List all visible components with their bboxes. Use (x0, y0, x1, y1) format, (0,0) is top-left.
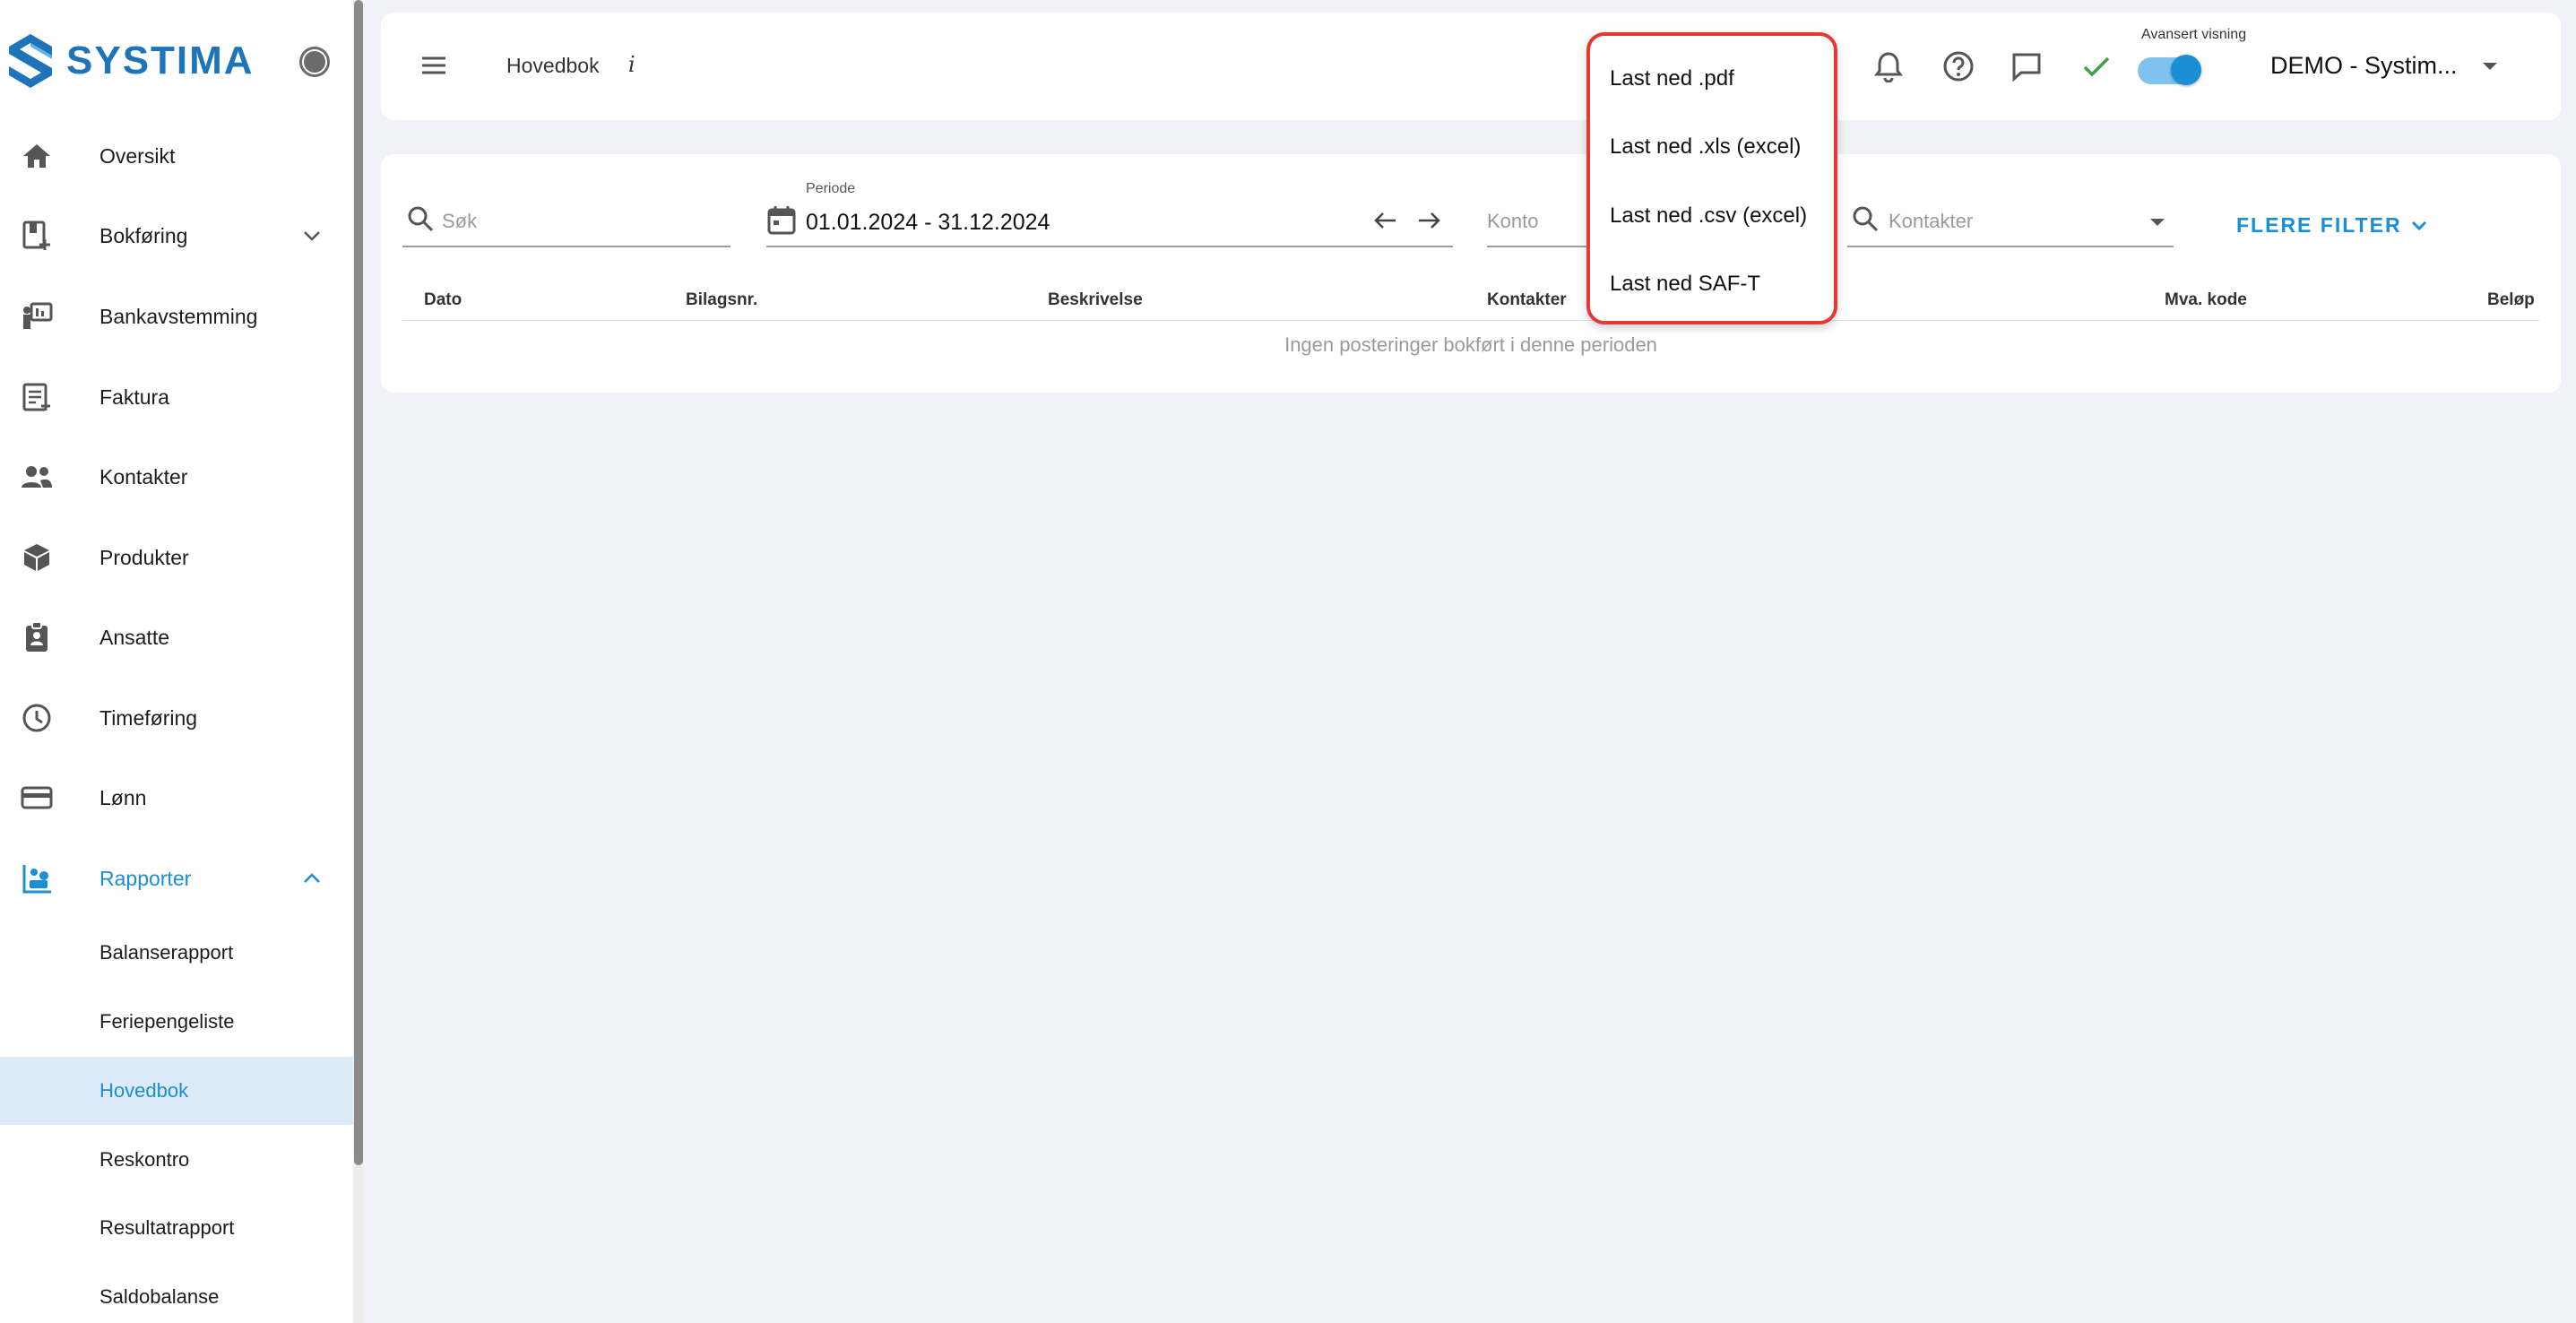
sidebar-scrollbar[interactable] (353, 0, 364, 1323)
hamburger-menu-icon[interactable] (419, 52, 449, 79)
payroll-card-icon (20, 781, 54, 815)
systima-logo[interactable]: SYSTIMA (7, 32, 255, 90)
theme-toggle-icon[interactable] (299, 47, 330, 77)
column-header-description[interactable]: Beskrivelse (1048, 290, 1143, 310)
column-header-voucher[interactable]: Bilagsnr. (686, 290, 757, 310)
home-icon (20, 139, 54, 173)
sidebar-item-bankavstemming[interactable]: Bankavstemming (0, 282, 353, 350)
brand-name: SYSTIMA (66, 39, 255, 82)
period-date-range-field[interactable]: Periode 01.01.2024 - 31.12.2024 (766, 181, 1453, 247)
column-header-vat-code[interactable]: Mva. kode (2165, 290, 2247, 310)
bookkeeping-icon (20, 219, 54, 253)
search-icon (1853, 206, 1879, 232)
chevron-up-icon[interactable] (299, 866, 324, 891)
calendar-icon[interactable] (766, 204, 797, 235)
sidebar-item-timeforing[interactable]: Timeføring (0, 684, 353, 752)
sidebar-item-kontakter[interactable]: Kontakter (0, 443, 353, 511)
column-header-amount[interactable]: Beløp (2487, 290, 2535, 310)
top-bar: Hovedbok i Avansert visning DEMO - Systi… (381, 13, 2561, 120)
sidebar-subitem-saldobalanse[interactable]: Saldobalanse (0, 1263, 353, 1323)
employee-badge-icon (20, 620, 54, 654)
period-value: 01.01.2024 - 31.12.2024 (806, 210, 1050, 235)
sidebar-item-bokforing[interactable]: Bokføring (0, 202, 353, 270)
advanced-view-label: Avansert visning (2141, 27, 2247, 42)
arrow-right-icon[interactable] (1417, 210, 1442, 231)
bell-icon[interactable] (1871, 48, 1906, 84)
contacts-icon (20, 460, 54, 494)
sidebar-subitem-balanserapport[interactable]: Balanserapport (0, 919, 353, 987)
bank-reconciliation-icon (20, 299, 54, 333)
column-header-contacts[interactable]: Kontakter (1487, 290, 1567, 310)
caret-down-icon[interactable] (2150, 219, 2165, 226)
sidebar-item-lonn[interactable]: Lønn (0, 764, 353, 832)
clock-icon (20, 701, 54, 735)
chevron-down-icon (2411, 220, 2426, 230)
more-filters-button[interactable]: FLERE FILTER (2236, 213, 2429, 238)
info-icon[interactable]: i (628, 52, 635, 77)
scrollbar-thumb[interactable] (354, 0, 363, 1165)
sidebar-subitem-hovedbok[interactable]: Hovedbok (0, 1057, 353, 1125)
period-label: Periode (806, 181, 856, 196)
chevron-down-icon[interactable] (299, 223, 324, 248)
sidebar-subitem-reskontro[interactable]: Reskontro (0, 1126, 353, 1194)
menu-item-download-csv[interactable]: Last ned .csv (excel) (1610, 203, 1807, 229)
menu-item-download-xls[interactable]: Last ned .xls (excel) (1610, 134, 1801, 160)
arrow-left-icon[interactable] (1372, 210, 1397, 231)
sidebar-item-rapporter[interactable]: Rapporter (0, 844, 353, 912)
sidebar-subitem-resultatrapport[interactable]: Resultatrapport (0, 1194, 353, 1262)
table-header: Dato Bilagsnr. Beskrivelse Kontakter Mva… (402, 280, 2539, 321)
sidebar-item-faktura[interactable]: Faktura (0, 363, 353, 431)
search-icon (408, 206, 434, 232)
invoice-icon (20, 380, 54, 414)
menu-item-download-pdf[interactable]: Last ned .pdf (1610, 66, 1734, 91)
ledger-card: Søk Periode 01.01.2024 - 31.12.2024 Kont… (381, 154, 2561, 393)
page-title: Hovedbok (506, 54, 600, 77)
column-header-date[interactable]: Dato (424, 290, 462, 310)
advanced-view-toggle[interactable] (2138, 52, 2201, 85)
sidebar-item-ansatte[interactable]: Ansatte (0, 603, 353, 671)
contacts-filter-input[interactable]: Kontakter (1847, 199, 2174, 247)
chat-icon[interactable] (2009, 48, 2044, 84)
sidebar-item-oversikt[interactable]: Oversikt (0, 122, 353, 190)
sidebar: SYSTIMA Oversikt Bokføring Bankavstemmin… (0, 0, 353, 1323)
export-dropdown-menu: Last ned .pdf Last ned .xls (excel) Last… (1586, 32, 1837, 324)
reports-icon (20, 861, 54, 895)
help-icon[interactable] (1941, 48, 1976, 84)
check-status-icon[interactable] (2079, 48, 2114, 84)
sidebar-subitem-feriepengeliste[interactable]: Feriepengeliste (0, 988, 353, 1056)
company-caret-down-icon[interactable] (2483, 63, 2497, 70)
company-selector[interactable]: DEMO - Systim... (2270, 52, 2458, 80)
sidebar-item-produkter[interactable]: Produkter (0, 523, 353, 592)
product-box-icon (20, 540, 54, 575)
empty-table-message: Ingen posteringer bokført i denne period… (1284, 333, 1657, 356)
search-input[interactable]: Søk (402, 199, 730, 247)
systima-logo-icon (9, 34, 52, 88)
menu-item-download-saft[interactable]: Last ned SAF-T (1610, 272, 1760, 297)
